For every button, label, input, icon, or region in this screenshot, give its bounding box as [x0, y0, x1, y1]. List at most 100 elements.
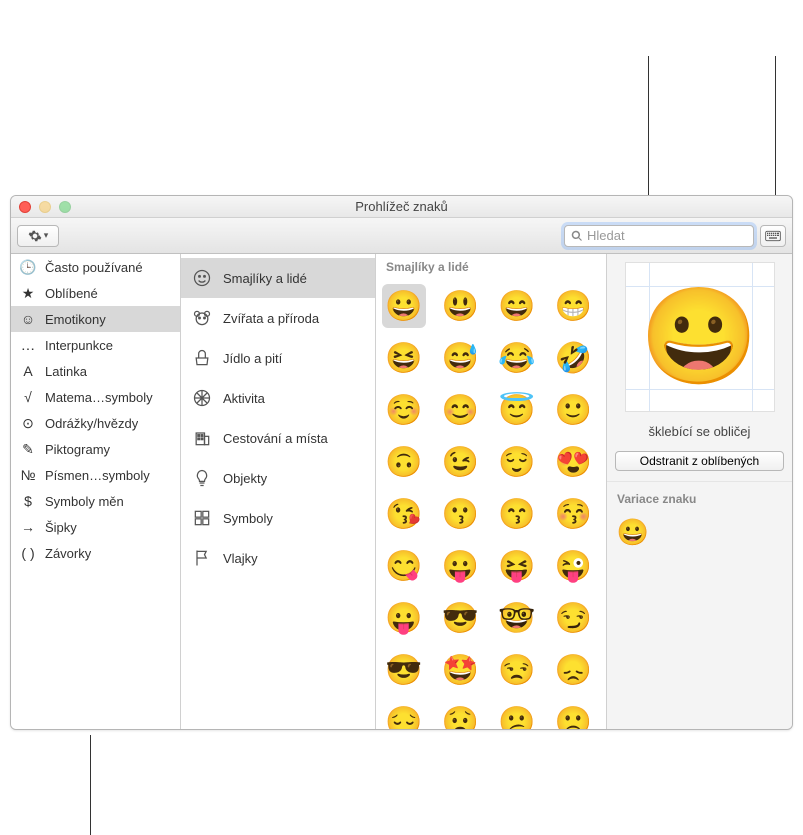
emoji-cell[interactable]: 😂 [495, 336, 539, 380]
emoji-grid: 😀😃😄😁😆😅😂🤣☺️😊😇🙂🙃😉😌😍😘😗😙😚😋😛😝😜😛😎🤓😏😎🤩😒😞😔😟😕🙁☹️😣… [376, 280, 606, 729]
emoji-cell[interactable]: 😉 [439, 440, 483, 484]
variation-heading: Variace znaku [607, 481, 792, 510]
sidebar-item[interactable]: √ Matema…symboly [11, 384, 180, 410]
sidebar-item[interactable]: №Písmen…symboly [11, 462, 180, 488]
toolbar: ▾ Hledat [11, 218, 792, 254]
emoji-cell[interactable]: 😝 [495, 544, 539, 588]
sidebar-item[interactable]: $ Symboly měn [11, 488, 180, 514]
subcategory-item[interactable]: Symboly [181, 498, 375, 538]
emoji-cell[interactable]: 😇 [495, 388, 539, 432]
chevron-down-icon: ▾ [44, 230, 49, 241]
subcategory-label: Jídlo a pití [223, 351, 282, 366]
category-icon: ☺ [19, 311, 37, 327]
sidebar-item-label: Písmen…symboly [45, 468, 150, 483]
sidebar-item[interactable]: 🕒Často používané [11, 254, 180, 280]
emoji-cell[interactable]: 🤩 [439, 648, 483, 692]
subcategory-item[interactable]: Cestování a místa [181, 418, 375, 458]
search-icon [571, 230, 583, 242]
sidebar-item[interactable]: →Šipky [11, 514, 180, 540]
remove-favorite-button[interactable]: Odstranit z oblíbených [615, 451, 784, 471]
emoji-cell[interactable]: 😛 [382, 596, 426, 640]
category-icon: ✎ [19, 441, 37, 458]
emoji-cell[interactable]: 😙 [495, 492, 539, 536]
category-icon: A [19, 363, 37, 379]
emoji-cell[interactable]: 😃 [439, 284, 483, 328]
subcategory-item[interactable]: Smajlíky a lidé [181, 258, 375, 298]
emoji-cell[interactable]: 😁 [552, 284, 596, 328]
emoji-cell[interactable]: 🤣 [552, 336, 596, 380]
action-menu-button[interactable]: ▾ [17, 225, 59, 247]
variation-cell[interactable]: 😀 [615, 514, 651, 550]
subcategory-list: Smajlíky a lidé Zvířata a příroda Jídlo a … [181, 254, 376, 729]
search-placeholder: Hledat [587, 228, 625, 243]
sidebar-item-label: Matema…symboly [45, 390, 153, 405]
emoji-cell[interactable]: 🙂 [552, 388, 596, 432]
sidebar-item-label: Symboly měn [45, 494, 124, 509]
emoji-cell[interactable]: 😌 [495, 440, 539, 484]
emoji-cell[interactable]: 😀 [382, 284, 426, 328]
emoji-cell[interactable]: 😎 [439, 596, 483, 640]
emoji-cell[interactable]: 😚 [552, 492, 596, 536]
sidebar-item-label: Odrážky/hvězdy [45, 416, 138, 431]
emoji-cell[interactable]: 🙁 [552, 700, 596, 729]
search-input[interactable]: Hledat [564, 225, 754, 247]
subcategory-label: Aktivita [223, 391, 265, 406]
emoji-cell[interactable]: 😎 [382, 648, 426, 692]
emoji-cell[interactable]: 🤓 [495, 596, 539, 640]
sidebar-item-label: Emotikony [45, 312, 106, 327]
category-icon: ★ [19, 285, 37, 302]
category-icon: → [19, 519, 37, 535]
subcategory-item[interactable]: Vlajky [181, 538, 375, 578]
sidebar-item[interactable]: ★Oblíbené [11, 280, 180, 306]
emoji-cell[interactable]: 😔 [382, 700, 426, 729]
keyboard-viewer-button[interactable] [760, 225, 786, 247]
subcategory-label: Smajlíky a lidé [223, 271, 307, 286]
character-viewer-window: Prohlížeč znaků ▾ Hledat 🕒Často používan… [10, 195, 793, 730]
emoji-cell[interactable]: 😜 [552, 544, 596, 588]
emoji-cell[interactable]: 😗 [439, 492, 483, 536]
food-icon [191, 347, 213, 369]
symbols-icon [191, 507, 213, 529]
sidebar-item[interactable]: ⊙Odrážky/hvězdy [11, 410, 180, 436]
callout-line [90, 735, 91, 835]
emoji-cell[interactable]: 😟 [439, 700, 483, 729]
subcategory-item[interactable]: Aktivita [181, 378, 375, 418]
smile-icon [191, 267, 213, 289]
sidebar-item[interactable]: ( )Závorky [11, 540, 180, 566]
subcategory-item[interactable]: Jídlo a pití [181, 338, 375, 378]
emoji-cell[interactable]: 😏 [552, 596, 596, 640]
emoji-cell[interactable]: 🙃 [382, 440, 426, 484]
category-icon: $ [19, 493, 37, 509]
ball-icon [191, 387, 213, 409]
subcategory-item[interactable]: Zvířata a příroda [181, 298, 375, 338]
sidebar-item-label: Interpunkce [45, 338, 113, 353]
emoji-cell[interactable]: ☺️ [382, 388, 426, 432]
emoji-grid-panel: Smajlíky a lidé 😀😃😄😁😆😅😂🤣☺️😊😇🙂🙃😉😌😍😘😗😙😚😋😛😝… [376, 254, 607, 729]
emoji-cell[interactable]: 😛 [439, 544, 483, 588]
sidebar-item[interactable]: ☺ Emotikony [11, 306, 180, 332]
sidebar-item[interactable]: ✎Piktogramy [11, 436, 180, 462]
emoji-cell[interactable]: 😆 [382, 336, 426, 380]
preview-box: 😀 [625, 262, 775, 412]
sidebar-item-label: Závorky [45, 546, 91, 561]
emoji-cell[interactable]: 😄 [495, 284, 539, 328]
sidebar-item[interactable]: ALatinka [11, 358, 180, 384]
sidebar-item[interactable]: ․‥ Interpunkce [11, 332, 180, 358]
subcategory-label: Symboly [223, 511, 273, 526]
titlebar: Prohlížeč znaků [11, 196, 792, 218]
sidebar-item-label: Často používané [45, 260, 143, 275]
emoji-cell[interactable]: 😊 [439, 388, 483, 432]
preview-name: šklebící se obličej [613, 424, 786, 439]
window-title: Prohlížeč znaků [11, 199, 792, 214]
emoji-cell[interactable]: 😅 [439, 336, 483, 380]
category-icon: ․‥ [19, 337, 37, 354]
subcategory-item[interactable]: Objekty [181, 458, 375, 498]
emoji-cell[interactable]: 😘 [382, 492, 426, 536]
preview-panel: 😀 šklebící se obličej Odstranit z oblíbe… [607, 254, 792, 729]
category-icon: √ [19, 389, 37, 405]
emoji-cell[interactable]: 😕 [495, 700, 539, 729]
emoji-cell[interactable]: 😍 [552, 440, 596, 484]
emoji-cell[interactable]: 😞 [552, 648, 596, 692]
emoji-cell[interactable]: 😋 [382, 544, 426, 588]
emoji-cell[interactable]: 😒 [495, 648, 539, 692]
